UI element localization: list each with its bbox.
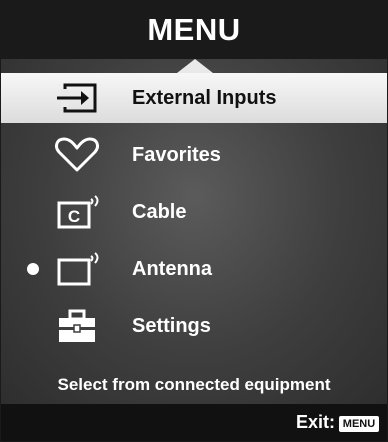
menu-item-label: External Inputs: [132, 86, 277, 109]
menu-item-favorites[interactable]: Favorites: [1, 130, 387, 180]
help-text: Select from connected equipment: [57, 375, 331, 394]
exit-label: Exit:: [295, 412, 335, 432]
antenna-tv-icon: [51, 250, 103, 288]
svg-text:C: C: [68, 207, 80, 226]
menu-item-label: Settings: [132, 314, 211, 337]
menu-window: MENU External Inputs Favorites C Cable A…: [0, 0, 388, 442]
heart-icon: [51, 136, 103, 174]
menu-key-button[interactable]: MENU: [339, 416, 379, 432]
external-input-icon: [51, 79, 103, 117]
active-indicator-dot: [27, 263, 39, 275]
selection-pointer: [177, 59, 213, 73]
toolbox-icon: [51, 307, 103, 345]
cable-tv-icon: C: [51, 193, 103, 231]
menu-item-antenna[interactable]: Antenna: [1, 244, 387, 294]
menu-title-bar: MENU: [1, 1, 387, 59]
menu-panel: External Inputs Favorites C Cable Antenn…: [1, 59, 387, 404]
menu-item-settings[interactable]: Settings: [1, 301, 387, 351]
footer-bar: Exit: MENU: [1, 404, 387, 441]
menu-item-label: Cable: [132, 200, 187, 223]
menu-item-label: Favorites: [132, 143, 221, 166]
menu-title: MENU: [147, 12, 241, 47]
menu-item-cable[interactable]: C Cable: [1, 187, 387, 237]
menu-item-external-inputs[interactable]: External Inputs: [1, 73, 387, 123]
menu-item-label: Antenna: [132, 257, 212, 280]
